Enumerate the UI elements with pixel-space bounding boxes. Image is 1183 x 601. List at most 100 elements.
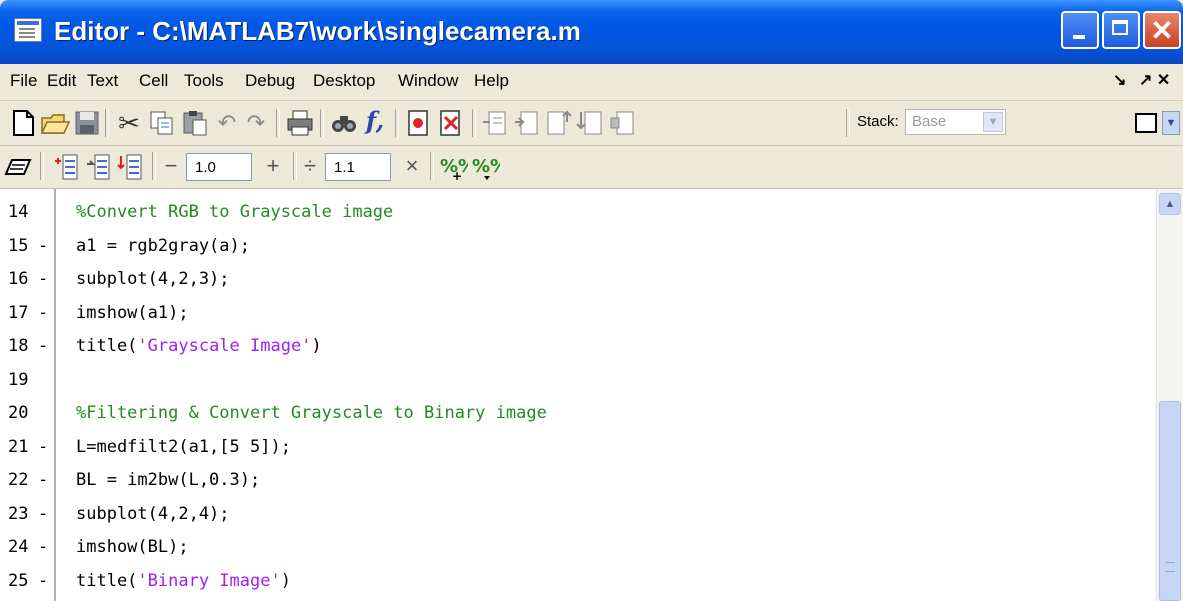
line-number: 25	[8, 570, 29, 591]
code-text[interactable]: %Convert RGB to Grayscale image	[76, 197, 393, 227]
code-token: a1 = rgb2gray(a);	[76, 235, 250, 256]
scroll-up-button[interactable]: ▲	[1159, 193, 1181, 215]
insert-cell-divider-icon[interactable]: %%+	[438, 152, 468, 182]
evaluate-cell-advance-icon[interactable]	[84, 152, 114, 182]
continue-icon[interactable]	[576, 108, 606, 138]
code-line[interactable]: 19	[0, 365, 1160, 395]
print-icon[interactable]	[285, 108, 315, 138]
breakpoint-marker[interactable]: -	[38, 499, 48, 529]
toolbar-separator	[395, 109, 399, 137]
cell-toolbar: − + ÷ × %%+ %%	[0, 146, 1183, 189]
breakpoint-marker[interactable]: -	[38, 532, 48, 562]
menu-window[interactable]: Window	[398, 70, 458, 92]
breakpoint-marker[interactable]: -	[38, 298, 48, 328]
menu-edit[interactable]: Edit	[47, 70, 76, 92]
cell-mode-icon[interactable]	[4, 152, 34, 182]
new-file-icon[interactable]	[8, 108, 38, 138]
find-icon[interactable]	[329, 108, 359, 138]
minimize-button[interactable]	[1061, 11, 1099, 49]
chevron-down-icon[interactable]: ▼	[983, 112, 1003, 132]
cut-icon[interactable]: ✂	[114, 108, 144, 138]
close-button[interactable]: ✕	[1143, 11, 1181, 49]
breakpoint-marker[interactable]: -	[38, 465, 48, 495]
save-icon[interactable]	[72, 108, 102, 138]
menu-desktop[interactable]: Desktop	[313, 70, 375, 92]
undock-icon[interactable]: ↘	[1113, 70, 1126, 92]
code-string: 'Grayscale Image'	[137, 336, 312, 356]
scroll-thumb[interactable]	[1159, 401, 1181, 601]
code-text[interactable]: L=medfilt2(a1,[5 5]);	[76, 432, 291, 462]
step-in-icon[interactable]	[512, 108, 542, 138]
paste-icon[interactable]	[180, 108, 210, 138]
maximize-icon	[1104, 13, 1138, 47]
code-token: subplot(4,2,3);	[76, 269, 230, 289]
code-token: BL = im2bw(L,0.3);	[76, 470, 261, 490]
vertical-scrollbar[interactable]: ▲	[1156, 189, 1183, 601]
undo-icon[interactable]: ↶	[212, 108, 242, 138]
increment-button[interactable]: +	[262, 152, 284, 180]
menu-cell[interactable]: Cell	[139, 70, 168, 92]
code-text[interactable]: title('Binary Image')	[76, 566, 291, 596]
evaluate-cell-icon[interactable]	[52, 152, 82, 182]
menu-file[interactable]: File	[10, 70, 37, 92]
code-line[interactable]: 16- subplot(4,2,3);	[0, 264, 1160, 294]
breakpoint-marker[interactable]: -	[38, 331, 48, 361]
menu-debug[interactable]: Debug	[245, 70, 295, 92]
exit-debug-icon[interactable]	[608, 108, 638, 138]
maximize-button[interactable]	[1102, 11, 1140, 49]
code-text[interactable]: imshow(BL);	[76, 532, 189, 562]
code-line[interactable]: 22- BL = im2bw(L,0.3);	[0, 465, 1160, 495]
breakpoint-marker[interactable]: -	[38, 566, 48, 596]
evaluate-entire-file-icon[interactable]	[116, 152, 146, 182]
window-title: Editor - C:\MATLAB7\work\singlecamera.m	[54, 16, 581, 46]
dock-close-controls[interactable]: ↗ ✕	[1139, 70, 1170, 92]
layout-dropdown-icon[interactable]: ▼	[1162, 111, 1180, 135]
window-layout-icon[interactable]	[1135, 113, 1157, 133]
menu-text[interactable]: Text	[87, 70, 118, 92]
code-line[interactable]: 14 %Convert RGB to Grayscale image	[0, 197, 1160, 227]
line-number: 22	[8, 470, 29, 490]
breakpoint-marker[interactable]: -	[38, 264, 48, 294]
redo-icon[interactable]: ↷	[241, 108, 271, 138]
code-text[interactable]: subplot(4,2,3);	[76, 264, 230, 294]
code-text[interactable]: imshow(a1);	[76, 298, 189, 328]
step-icon[interactable]	[480, 108, 510, 138]
menu-tools[interactable]: Tools	[184, 70, 224, 92]
code-line[interactable]: 18- title('Grayscale Image')	[0, 331, 1160, 361]
open-folder-icon[interactable]	[40, 108, 70, 138]
code-line[interactable]: 23- subplot(4,2,4);	[0, 499, 1160, 529]
clear-breakpoint-icon[interactable]	[436, 108, 466, 138]
code-text[interactable]: title('Grayscale Image')	[76, 331, 322, 361]
code-token: subplot(4,2,4);	[76, 503, 230, 524]
code-text[interactable]: a1 = rgb2gray(a);	[76, 231, 250, 261]
code-line[interactable]: 25- title('Binary Image')	[0, 566, 1160, 596]
copy-icon[interactable]	[147, 108, 177, 138]
code-line[interactable]: 24- imshow(BL);	[0, 532, 1160, 562]
step-out-icon[interactable]	[544, 108, 574, 138]
code-line[interactable]: 17- imshow(a1);	[0, 298, 1160, 328]
code-line[interactable]: 15- a1 = rgb2gray(a);	[0, 231, 1160, 261]
divide-button[interactable]: ÷	[299, 152, 321, 180]
stack-dropdown[interactable]: Base ▼	[905, 109, 1006, 135]
code-line[interactable]: 21- L=medfilt2(a1,[5 5]);	[0, 432, 1160, 462]
code-text[interactable]: subplot(4,2,4);	[76, 499, 230, 529]
menu-help[interactable]: Help	[474, 70, 509, 92]
set-breakpoint-icon[interactable]	[404, 108, 434, 138]
code-text[interactable]: BL = im2bw(L,0.3);	[76, 465, 260, 495]
code-text[interactable]: %Filtering & Convert Grayscale to Binary…	[76, 398, 547, 428]
title-bar[interactable]: Editor - C:\MATLAB7\work\singlecamera.m …	[0, 0, 1183, 64]
code-editor[interactable]: 14 %Convert RGB to Grayscale image 15- a1 =…	[0, 189, 1183, 601]
line-number: 19	[8, 369, 29, 390]
multiply-button[interactable]: ×	[401, 152, 423, 180]
divide-value-field[interactable]	[325, 153, 391, 181]
breakpoint-marker[interactable]: -	[38, 432, 48, 462]
line-number: 21	[8, 436, 29, 457]
breakpoint-marker[interactable]: -	[38, 231, 48, 261]
decrement-value-field[interactable]	[186, 153, 252, 181]
decrement-button[interactable]: −	[160, 152, 182, 180]
code-token: )	[280, 570, 291, 591]
cell-divider-menu-icon[interactable]: %%	[470, 152, 500, 182]
function-icon[interactable]: f,	[360, 106, 390, 136]
stack-value: Base	[912, 113, 947, 130]
code-line[interactable]: 20 %Filtering & Convert Grayscale to Bina…	[0, 398, 1160, 428]
